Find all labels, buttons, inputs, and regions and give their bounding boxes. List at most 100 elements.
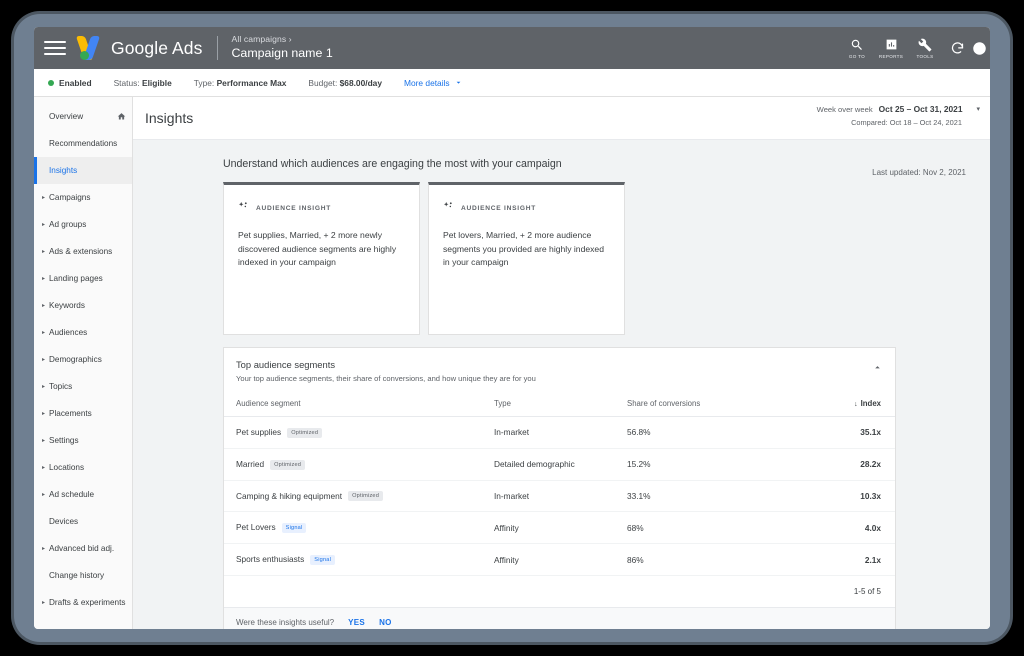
sidebar-item-label: Campaigns — [49, 192, 91, 202]
cell-segment: Sports enthusiasts Signal — [224, 543, 494, 577]
sidebar-item-label: Ad groups — [49, 219, 87, 229]
sidebar-item-overview[interactable]: Overview — [34, 103, 132, 130]
tools-button[interactable]: TOOLS — [908, 37, 942, 59]
sidebar-item-placements[interactable]: ▸ Placements — [34, 400, 132, 427]
reports-label: REPORTS — [878, 54, 904, 59]
card-body: Pet supplies, Married, + 2 more newly di… — [238, 230, 397, 268]
menu-hamburger-icon[interactable] — [44, 41, 66, 55]
budget-value: $68.00/day — [339, 77, 382, 88]
sidebar-item-devices[interactable]: Devices — [34, 508, 132, 535]
sidebar-item-label: Demographics — [49, 354, 102, 364]
sidebar-item-ad-schedule[interactable]: ▸ Ad schedule — [34, 481, 132, 508]
date-range-value: Oct 25 – Oct 31, 2021 — [878, 104, 963, 114]
cell-index: 4.0x — [777, 511, 895, 545]
type-field: Type: Performance Max — [194, 78, 287, 88]
column-header-type[interactable]: Type — [494, 393, 627, 417]
sidebar-item-drafts-experiments[interactable]: ▸ Drafts & experiments — [34, 589, 132, 616]
table-row[interactable]: Married Optimized Detailed demographic 15.2… — [224, 448, 895, 481]
sidebar-item-locations[interactable]: ▸ Locations — [34, 454, 132, 481]
feedback-yes-button[interactable]: YES — [348, 618, 365, 627]
sidebar-item-change-history[interactable]: Change history — [34, 562, 132, 589]
sidebar-item-label: Locations — [49, 462, 85, 472]
segment-badge: Optimized — [270, 459, 306, 470]
chevron-right-icon: ▸ — [42, 194, 46, 201]
more-details-toggle[interactable]: More details — [404, 78, 463, 88]
status-key: Status: — [113, 77, 140, 88]
date-compare-label: Week over week — [816, 104, 873, 114]
segments-panel-header: Top audience segments Your top audience … — [224, 348, 895, 393]
sidebar-item-audiences[interactable]: ▸ Audiences — [34, 319, 132, 346]
status-badge: Enabled — [48, 78, 92, 88]
sidebar-item-settings[interactable]: ▸ Settings — [34, 427, 132, 454]
chevron-right-icon: ▸ — [42, 491, 46, 498]
search-icon — [850, 37, 864, 52]
cell-type: Detailed demographic — [494, 448, 627, 481]
sidebar-item-advanced-bid-adj[interactable]: ▸ Advanced bid adj. — [34, 535, 132, 562]
chevron-down-icon[interactable]: ▾ — [976, 105, 980, 113]
tools-label: TOOLS — [916, 54, 934, 59]
sidebar-item-label: Advanced bid adj. — [49, 543, 115, 553]
cell-index: 10.3x — [777, 480, 895, 513]
card-kicker: AUDIENCE INSIGHT — [256, 204, 332, 212]
goto-search-button[interactable]: GO TO — [840, 37, 874, 59]
segment-label: Pet Lovers — [236, 522, 276, 533]
segment-label: Sports enthusiasts — [236, 554, 305, 565]
budget-field: Budget: $68.00/day — [308, 78, 382, 88]
sidebar-item-label: Overview — [49, 111, 84, 121]
sidebar-item-insights[interactable]: Insights — [34, 157, 132, 184]
sidebar-item-campaigns[interactable]: ▸ Campaigns — [34, 184, 132, 211]
table-row[interactable]: Pet supplies Optimized In-market 56.8% 35.1x — [224, 416, 895, 449]
sparkle-icon — [443, 199, 454, 217]
chevron-right-icon: ▸ — [42, 599, 46, 606]
column-header-segment[interactable]: Audience segment — [224, 393, 494, 417]
date-range-selector[interactable]: Week over week Oct 25 – Oct 31, 2021 ▾ C… — [817, 104, 980, 127]
card-header: AUDIENCE INSIGHT — [443, 199, 610, 217]
column-header-share[interactable]: Share of conversions — [627, 393, 777, 417]
sidebar-item-label: Settings — [49, 435, 79, 445]
table-row[interactable]: Pet Lovers Signal Affinity 68% 4.0x — [224, 511, 895, 545]
audience-insight-card[interactable]: AUDIENCE INSIGHT Pet lovers, Married, + 2… — [428, 182, 625, 335]
enabled-label: Enabled — [59, 77, 92, 88]
table-row[interactable]: Sports enthusiasts Signal Affinity 86% 2.1x — [224, 543, 895, 577]
cell-type: Affinity — [494, 543, 627, 577]
app-bar: Google Ads All campaigns › Campaign name… — [34, 27, 990, 69]
sidebar-item-label: Recommendations — [49, 138, 118, 148]
cell-segment: Married Optimized — [224, 448, 494, 481]
chevron-right-icon: ▸ — [42, 464, 46, 471]
reports-button[interactable]: REPORTS — [874, 37, 908, 59]
refresh-icon[interactable] — [942, 41, 972, 56]
card-header: AUDIENCE INSIGHT — [238, 199, 405, 217]
sidebar-item-demographics[interactable]: ▸ Demographics — [34, 346, 132, 373]
sidebar-item-ad-groups[interactable]: ▸ Ad groups — [34, 211, 132, 238]
table-body: Pet supplies Optimized In-market 56.8% 35.1x… — [224, 416, 895, 577]
tools-wrench-icon — [918, 37, 932, 52]
cell-segment: Pet Lovers Signal — [224, 511, 494, 545]
breadcrumb: All campaigns › Campaign name 1 — [231, 35, 332, 61]
chevron-right-icon: ▸ — [42, 356, 46, 363]
main-content: Insights Week over week Oct 25 – Oct 31,… — [133, 97, 990, 629]
sidebar-item-recommendations[interactable]: Recommendations — [34, 130, 132, 157]
chevron-up-icon[interactable] — [872, 360, 883, 378]
sort-descending-icon: ↓ — [854, 401, 858, 408]
reports-bar-chart-icon — [885, 37, 898, 52]
segment-badge: Signal — [310, 555, 336, 566]
type-value: Performance Max — [216, 77, 287, 88]
sidebar-item-topics[interactable]: ▸ Topics — [34, 373, 132, 400]
cell-index: 2.1x — [777, 543, 895, 577]
insights-content: Understand which audiences are engaging … — [133, 140, 990, 629]
help-icon[interactable] — [972, 41, 988, 56]
table-row[interactable]: Camping & hiking equipment Optimized In-ma… — [224, 480, 895, 513]
feedback-no-button[interactable]: NO — [379, 618, 392, 627]
app-bar-actions: GO TO REPORTS TOOLS — [840, 27, 988, 69]
sidebar-item-ads-extensions[interactable]: ▸ Ads & extensions — [34, 238, 132, 265]
sidebar-item-landing-pages[interactable]: ▸ Landing pages — [34, 265, 132, 292]
column-header-index[interactable]: ↓ Index — [777, 393, 895, 417]
last-updated-label: Last updated: Nov 2, 2021 — [872, 168, 966, 177]
chevron-right-icon: ▸ — [42, 302, 46, 309]
sidebar-item-keywords[interactable]: ▸ Keywords — [34, 292, 132, 319]
sidebar-item-label: Insights — [49, 165, 78, 175]
top-audience-segments-panel: Top audience segments Your top audience … — [223, 347, 896, 629]
breadcrumb-parent[interactable]: All campaigns › — [231, 35, 332, 45]
cell-segment: Pet supplies Optimized — [224, 416, 494, 449]
audience-insight-card[interactable]: AUDIENCE INSIGHT Pet supplies, Married, +… — [223, 182, 420, 335]
